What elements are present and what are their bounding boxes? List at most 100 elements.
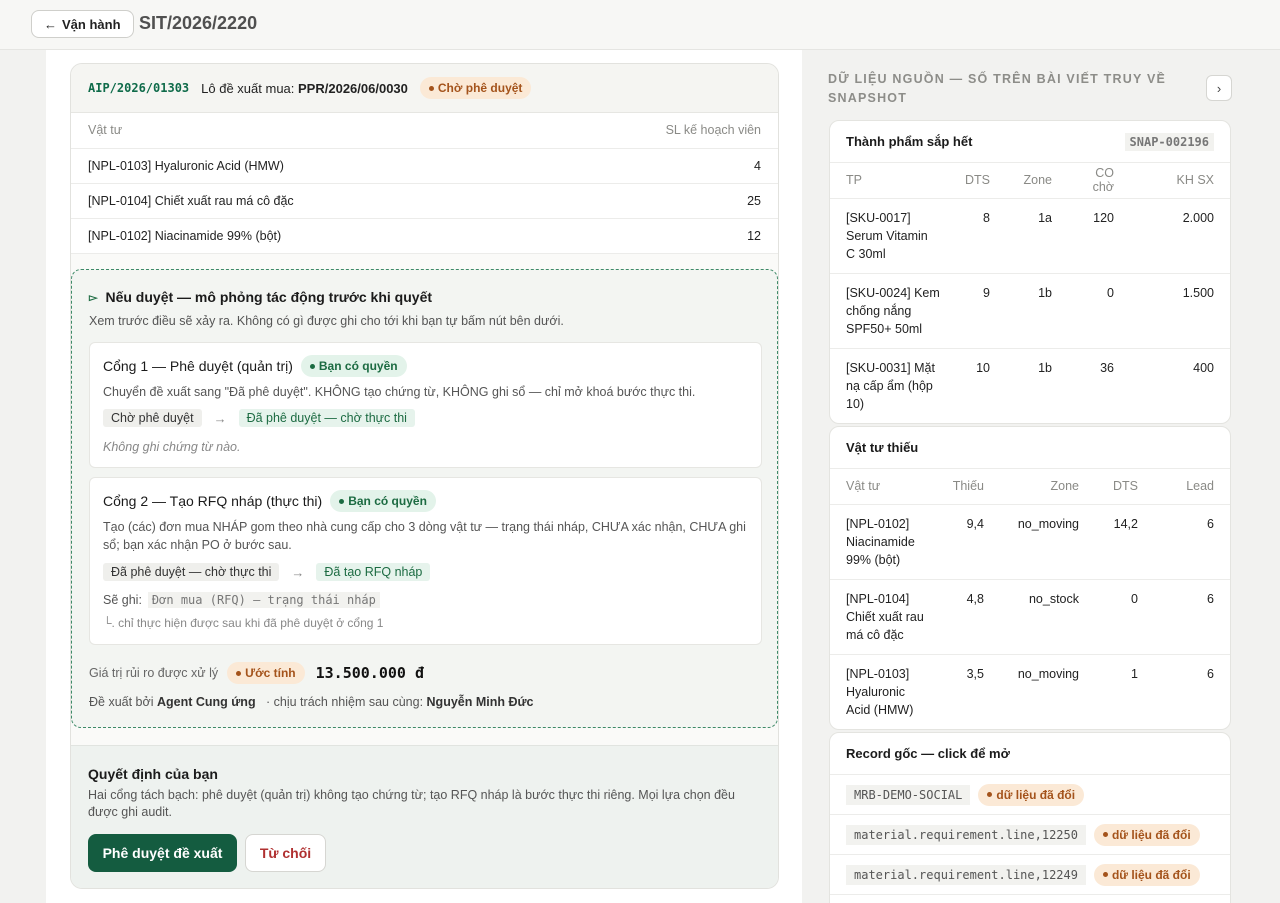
- gate-2-title: Cổng 2 — Tạo RFQ nháp (thực thi) Bạn có …: [103, 490, 436, 512]
- risk-label: Giá trị rủi ro được xử lý: [89, 666, 219, 680]
- table-row: [SKU-0031] Mặt nạ cấp ẩm (hộp 10) 10 1b …: [830, 348, 1230, 423]
- permission-badge-label: Bạn có quyền: [318, 359, 398, 373]
- source-data-sidebar: DỮ LIỆU NGUỒN — SỐ TRÊN BÀI VIẾT TRUY VỀ…: [802, 50, 1280, 903]
- cell: [SKU-0017] Serum Vitamin C 30ml: [830, 198, 956, 274]
- reject-button[interactable]: Từ chối: [245, 834, 326, 872]
- cell: no_moving: [1000, 504, 1095, 580]
- record-item[interactable]: material.requirement.line,12250 dữ liệu …: [830, 815, 1230, 855]
- permission-dot-icon: [339, 498, 345, 504]
- table-row: [NPL-0104] Chiết xuất rau má cô đặc 4,8 …: [830, 579, 1230, 655]
- back-button[interactable]: ← Vận hành: [31, 10, 134, 38]
- gate-1-title-text: Cổng 1 — Phê duyệt (quản trị): [103, 358, 293, 374]
- gate-2-description: Tạo (các) đơn mua NHÁP gom theo nhà cung…: [103, 520, 746, 552]
- data-changed-label: dữ liệu đã đổi: [1111, 867, 1191, 882]
- table-header-row: TP DTS Zone CO chờ KH SX: [830, 163, 1230, 199]
- cell: 6: [1154, 504, 1230, 580]
- status-badge: Chờ phê duyệt: [419, 77, 532, 99]
- will-write-label: Sẽ ghi:: [103, 593, 142, 607]
- record-code[interactable]: material.requirement.line,12249: [846, 864, 1086, 885]
- snapshot-code[interactable]: SNAP-002196: [1124, 132, 1214, 151]
- state-from: Chờ phê duyệt: [103, 409, 202, 427]
- material-table: Vật tư SL kế hoạch viên [NPL-0103] Hyalu…: [71, 113, 778, 254]
- state-to: Đã tạo RFQ nháp: [316, 563, 431, 581]
- simulation-description: Xem trước điều sẽ xảy ra. Không có gì đư…: [89, 314, 564, 328]
- badge-dot-icon: [1102, 832, 1108, 837]
- estimate-badge: Ước tính: [227, 662, 305, 684]
- cell: [NPL-0103] Hyaluronic Acid (HMW): [846, 666, 914, 717]
- column-header-material: Vật tư: [71, 113, 531, 149]
- arrow-right-icon: →: [213, 410, 227, 426]
- column-header-qty: SL kế hoạch viên: [530, 113, 778, 149]
- cell: [NPL-0102] Niacinamide 99% (bột): [830, 504, 946, 580]
- table-row: [NPL-0104] Chiết xuất rau má cô đặc 25: [71, 183, 778, 219]
- table-row: [SKU-0017] Serum Vitamin C 30ml 8 1a 120…: [830, 198, 1230, 274]
- material-shortage-header: Vật tư thiếu: [830, 427, 1230, 469]
- estimate-badge-label: Ước tính: [245, 666, 296, 680]
- responsible-label: · chịu trách nhiệm sau cùng:: [266, 695, 424, 709]
- arrow-left-icon: ←: [44, 16, 57, 32]
- record-code[interactable]: material.requirement.line,12250: [846, 824, 1086, 845]
- material-qty: 12: [530, 218, 778, 254]
- proposal-card: AIP/2026/01303 Lô đề xuất mua: PPR/2026/…: [70, 63, 779, 889]
- cell: no_moving: [1017, 666, 1079, 681]
- column-header: Vật tư: [830, 469, 946, 505]
- cell: [SKU-0031] Mặt nạ cấp ẩm (hộp 10): [846, 360, 935, 411]
- risk-amount: 13.500.000 đ: [315, 664, 424, 682]
- table-row: [NPL-0102] Niacinamide 99% (bột) 9,4 no_…: [830, 504, 1230, 580]
- column-header: Lead: [1154, 469, 1230, 505]
- gate-2-flow: Đã phê duyệt — chờ thực thi → Đã tạo RFQ…: [103, 563, 431, 581]
- gate-1-title: Cổng 1 — Phê duyệt (quản trị) Bạn có quy…: [103, 355, 407, 377]
- responsible-person: Nguyễn Minh Đức: [426, 695, 534, 709]
- record-item[interactable]: MRB-DEMO-SOCIAL dữ liệu đã đổi: [830, 775, 1230, 815]
- arrow-right-icon: →: [291, 564, 305, 580]
- table-row: [SKU-0024] Kem chống nắng SPF50+ 50ml 9 …: [830, 273, 1230, 349]
- cell: 9: [956, 273, 1006, 349]
- data-changed-label: dữ liệu đã đổi: [1111, 827, 1191, 842]
- record-item[interactable]: material.requirement.line,12249 dữ liệu …: [830, 855, 1230, 895]
- gate-1-note: Không ghi chứng từ nào.: [103, 440, 241, 454]
- cell: 8: [956, 198, 1006, 274]
- proposal-header: AIP/2026/01303 Lô đề xuất mua: PPR/2026/…: [71, 64, 778, 113]
- finished-goods-header: Thành phẩm sắp hết SNAP-002196: [830, 121, 1230, 163]
- column-header: Zone: [1006, 163, 1068, 199]
- cell: 1: [1131, 666, 1138, 681]
- cell: 10: [976, 360, 990, 375]
- cell: 3,5: [966, 666, 984, 681]
- table-row: [NPL-0102] Niacinamide 99% (bột) 12: [71, 218, 778, 254]
- permission-badge: Bạn có quyền: [300, 355, 407, 377]
- gate-1-card: Cổng 1 — Phê duyệt (quản trị) Bạn có quy…: [89, 342, 762, 468]
- table-row: [NPL-0103] Hyaluronic Acid (HMW) 3,5 no_…: [830, 654, 1230, 729]
- decision-panel: Quyết định của bạn Hai cổng tách bạch: p…: [71, 745, 778, 888]
- record-code[interactable]: MRB-DEMO-SOCIAL: [846, 784, 971, 805]
- data-changed-badge: dữ liệu đã đổi: [1093, 863, 1200, 886]
- state-from: Đã phê duyệt — chờ thực thi: [103, 563, 280, 581]
- simulation-title: ▻ Nếu duyệt — mô phỏng tác động trước kh…: [89, 289, 432, 305]
- cell: 14,2: [1095, 504, 1154, 580]
- data-changed-badge: dữ liệu đã đổi: [1093, 823, 1200, 846]
- chevron-right-icon[interactable]: ›: [1206, 75, 1232, 101]
- material-qty: 4: [530, 148, 778, 184]
- badge-dot-icon: [1102, 872, 1108, 877]
- proposal-code: AIP/2026/01303: [88, 81, 190, 95]
- gate-2-card: Cổng 2 — Tạo RFQ nháp (thực thi) Bạn có …: [89, 477, 762, 645]
- proposer-line: Đề xuất bởi Agent Cung ứng · chịu trách …: [89, 695, 534, 709]
- status-badge-label: Chờ phê duyệt: [437, 81, 523, 95]
- material-name: [NPL-0103] Hyaluronic Acid (HMW): [71, 148, 531, 184]
- sidebar-title: DỮ LIỆU NGUỒN — SỐ TRÊN BÀI VIẾT TRUY VỀ…: [828, 72, 1167, 105]
- permission-badge: Bạn có quyền: [330, 490, 436, 512]
- cell: 0: [1095, 579, 1154, 655]
- cell: 36: [1100, 360, 1114, 375]
- material-name: [NPL-0104] Chiết xuất rau má cô đặc: [71, 183, 531, 219]
- cell: [NPL-0104] Chiết xuất rau má cô đặc: [830, 579, 946, 655]
- state-to: Đã phê duyệt — chờ thực thi: [238, 409, 415, 427]
- main-panel: AIP/2026/01303 Lô đề xuất mua: PPR/2026/…: [46, 50, 802, 903]
- finished-goods-panel: Thành phẩm sắp hết SNAP-002196 TP DTS Zo…: [829, 120, 1231, 424]
- badge-dot-icon: [987, 792, 993, 797]
- permission-dot-icon: [309, 363, 315, 369]
- proposed-by-label: Đề xuất bởi: [89, 695, 154, 709]
- cell: 1b: [1038, 360, 1052, 375]
- column-header: TP: [830, 163, 956, 199]
- finished-goods-table: TP DTS Zone CO chờ KH SX [SKU-0017] Seru…: [830, 163, 1230, 423]
- approve-button[interactable]: Phê duyệt đề xuất: [88, 834, 237, 872]
- cell: 120: [1068, 198, 1130, 274]
